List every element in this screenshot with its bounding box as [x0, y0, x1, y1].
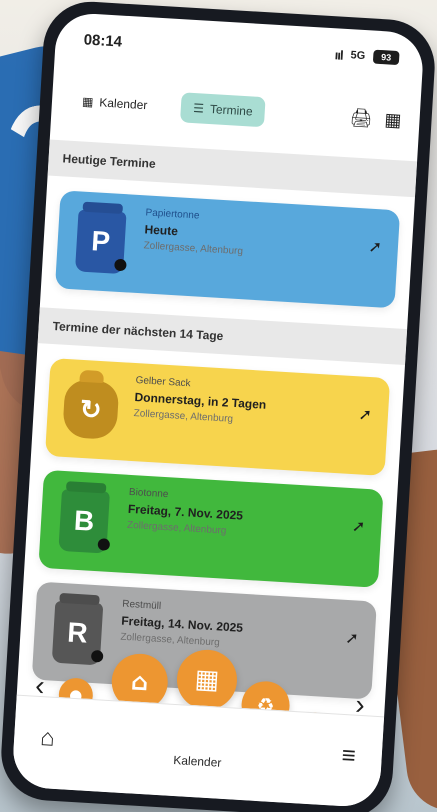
bin-thumbnail: R — [46, 596, 108, 669]
yellow-bag-icon: ↻ — [62, 378, 120, 441]
bottom-nav-label[interactable]: Kalender — [173, 752, 222, 769]
share-icon[interactable]: ➚ — [368, 237, 383, 258]
residual-bin-icon: R — [51, 600, 104, 666]
printer-icon[interactable]: 🖨 — [349, 107, 373, 129]
calendar-icon: ▦ — [81, 94, 94, 110]
bottom-navigation: ⌂ Kalender ≡ — [11, 694, 385, 809]
tab-termine-label: Termine — [209, 102, 254, 119]
sack-thumbnail: ↻ — [60, 373, 122, 446]
tab-calendar[interactable]: ▦ Kalender — [69, 86, 160, 121]
share-icon[interactable]: ➚ — [351, 516, 366, 537]
tab-termine[interactable]: ☰ Termine — [180, 92, 266, 128]
section-header-upcoming: Termine der nächsten 14 Tage — [37, 307, 408, 366]
share-icon[interactable]: ➚ — [358, 404, 373, 425]
tab-calendar-label: Kalender — [98, 95, 148, 113]
phone-device: 08:14 ııl 5G 93 ▦ Kalender ☰ Termine 🖨 ▦… — [0, 0, 437, 812]
calendar-icon[interactable]: ▦ — [384, 109, 402, 131]
top-tabs: ▦ Kalender ☰ Termine 🖨 ▦ — [69, 79, 403, 143]
battery-icon: 93 — [372, 49, 400, 66]
menu-icon[interactable]: ≡ — [341, 741, 357, 770]
network-label: 5G — [350, 49, 366, 63]
signal-icon: ııl — [334, 46, 344, 63]
top-actions: 🖨 ▦ — [349, 107, 402, 131]
status-right: ııl 5G 93 — [334, 46, 400, 66]
bin-thumbnail: P — [70, 205, 132, 278]
bio-bin-icon: B — [58, 488, 110, 554]
status-bar: 08:14 ııl 5G 93 — [83, 29, 400, 68]
section-header-today: Heutige Termine — [47, 139, 418, 198]
paper-bin-icon: P — [74, 209, 127, 275]
home-icon[interactable]: ⌂ — [39, 724, 55, 753]
list-icon: ☰ — [192, 101, 205, 116]
appointment-card-bio[interactable]: B Biotonne Freitag, 7. Nov. 2025 Zollerg… — [38, 469, 384, 588]
appointment-card-yellow-bag[interactable]: ↻ Gelber Sack Donnerstag, in 2 Tagen Zol… — [44, 357, 391, 476]
share-icon[interactable]: ➚ — [345, 628, 360, 649]
status-time: 08:14 — [83, 30, 123, 51]
phone-screen: 08:14 ııl 5G 93 ▦ Kalender ☰ Termine 🖨 ▦… — [11, 11, 425, 809]
appointment-card-paper[interactable]: P Papiertonne Heute Zollergasse, Altenbu… — [54, 190, 401, 309]
bin-thumbnail: B — [53, 485, 115, 558]
